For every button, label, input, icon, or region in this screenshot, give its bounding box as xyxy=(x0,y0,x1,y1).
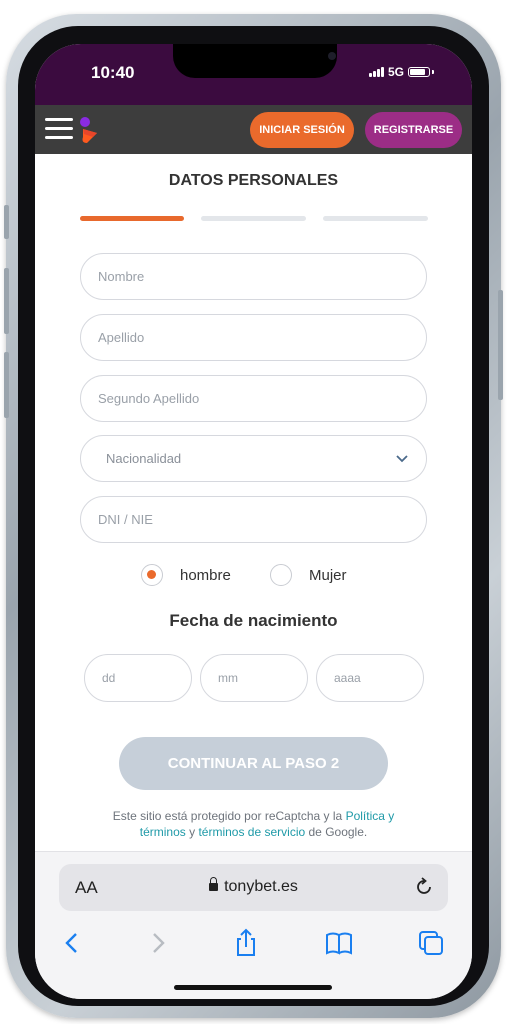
radio-female[interactable] xyxy=(270,564,292,586)
notch xyxy=(173,44,337,78)
status-bar: 10:40 5G xyxy=(35,44,472,105)
browser-toolbar: AA tonybet.es xyxy=(35,851,472,999)
url-display[interactable]: tonybet.es xyxy=(59,877,448,896)
status-indicators: 5G xyxy=(368,65,434,79)
chevron-down-icon xyxy=(396,454,408,462)
dni-nie-input[interactable] xyxy=(80,496,427,543)
dob-title: Fecha de nacimiento xyxy=(169,611,338,630)
back-icon[interactable] xyxy=(57,927,89,959)
tabs-icon[interactable] xyxy=(415,927,447,959)
share-icon[interactable] xyxy=(230,927,262,959)
signal-icon xyxy=(368,67,384,77)
camera-icon xyxy=(328,52,336,60)
radio-female-label: Mujer xyxy=(309,567,347,584)
dob-month-input[interactable] xyxy=(200,654,308,702)
address-bar[interactable]: AA tonybet.es xyxy=(59,864,448,911)
radio-male[interactable] xyxy=(141,564,163,586)
lock-icon xyxy=(209,877,219,891)
terms-of-service-link[interactable]: términos de servicio xyxy=(198,825,305,839)
radio-selected-dot xyxy=(147,570,156,579)
volume-up-button xyxy=(4,268,9,334)
radio-male-label: hombre xyxy=(180,567,231,584)
nationality-select[interactable]: Nacionalidad xyxy=(80,435,427,482)
battery-icon xyxy=(408,67,430,77)
home-indicator xyxy=(174,985,332,990)
battery-tip xyxy=(432,70,434,74)
status-time: 10:40 xyxy=(91,63,135,82)
step-indicator-2 xyxy=(201,216,306,221)
dob-year-input[interactable] xyxy=(316,654,424,702)
dob-day-input[interactable] xyxy=(84,654,192,702)
gender-radio-group: hombre Mujer xyxy=(35,562,472,588)
recaptcha-notice: Este sitio está protegido por reCaptcha … xyxy=(105,808,402,840)
tonybet-logo[interactable] xyxy=(79,116,101,144)
login-button[interactable]: INICIAR SESIÓN xyxy=(250,112,354,148)
continue-step-2-button[interactable]: CONTINUAR AL PASO 2 xyxy=(119,737,388,790)
hamburger-menu-icon[interactable] xyxy=(45,118,73,142)
forward-icon[interactable] xyxy=(141,927,173,959)
browser-nav-row xyxy=(35,927,472,967)
first-name-input[interactable] xyxy=(80,253,427,300)
registration-form: DATOS PERSONALES Nacionalidad hombre Muj… xyxy=(35,154,472,851)
step-indicator-1 xyxy=(80,216,184,221)
volume-down-button xyxy=(4,352,9,418)
url-text: tonybet.es xyxy=(224,878,298,895)
bookmarks-icon[interactable] xyxy=(323,927,355,959)
power-button xyxy=(498,290,503,400)
recaptcha-text-1: Este sitio está protegido por reCaptcha … xyxy=(112,809,343,823)
recaptcha-conjunction: y xyxy=(185,825,199,839)
reload-icon[interactable] xyxy=(412,875,436,899)
mute-switch xyxy=(4,205,9,239)
form-title: DATOS PERSONALES xyxy=(168,172,339,189)
register-button[interactable]: REGISTRARSE xyxy=(365,112,462,148)
network-label: 5G xyxy=(387,65,404,79)
last-name-input[interactable] xyxy=(80,314,427,361)
second-last-name-input[interactable] xyxy=(80,375,427,422)
app-header: INICIAR SESIÓN REGISTRARSE xyxy=(35,105,472,154)
step-indicator-3 xyxy=(323,216,428,221)
recaptcha-text-2: de Google. xyxy=(305,825,368,839)
phone-screen: 10:40 5G INICIAR SESIÓN REGISTRARSE DATO… xyxy=(35,44,472,999)
nationality-select-value: Nacionalidad xyxy=(106,451,182,466)
